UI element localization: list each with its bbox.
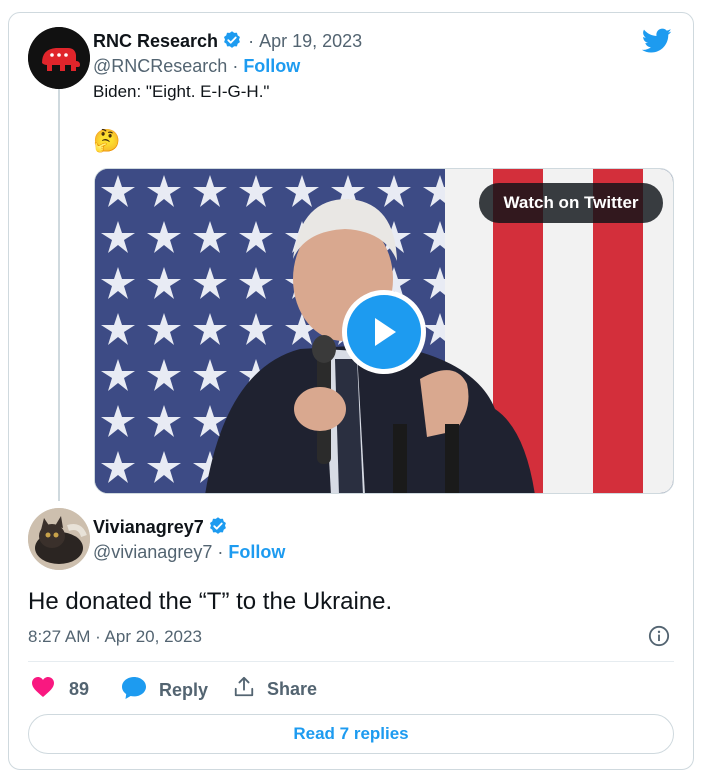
divider — [28, 661, 674, 662]
share-button[interactable]: Share — [233, 676, 317, 703]
info-icon[interactable] — [648, 625, 670, 652]
thinking-emoji: 🤔 — [93, 128, 121, 153]
reply-follow-button[interactable]: Follow — [228, 542, 285, 562]
like-button[interactable]: 89 — [31, 676, 89, 703]
avatar[interactable] — [28, 27, 90, 89]
twitter-bird-icon[interactable] — [641, 28, 672, 59]
separator-dot: · — [248, 31, 255, 51]
reply-tweet-text: He donated the “T” to the Ukraine. — [28, 588, 393, 615]
tweet-text: Biden: "Eight. E-I-G-H." — [93, 82, 270, 101]
tweet-date[interactable]: Apr 19, 2023 — [259, 31, 362, 51]
play-icon — [347, 295, 421, 369]
author-name-row: RNC Research · Apr 19, 2023 — [93, 30, 362, 55]
author-handle-row: @RNCResearch · Follow — [93, 56, 301, 76]
read-replies-button[interactable]: Read 7 replies — [28, 714, 674, 754]
reply-timestamp[interactable]: 8:27 AM · Apr 20, 2023 — [28, 627, 202, 647]
play-button[interactable] — [342, 290, 426, 374]
watch-on-twitter-button[interactable]: Watch on Twitter — [479, 183, 663, 223]
verified-badge-icon — [208, 516, 228, 541]
gop-elephant-logo-icon — [28, 27, 90, 89]
reply-author-name-row: Vivianagrey7 — [93, 516, 228, 541]
verified-badge-icon — [222, 30, 242, 55]
reply-bubble-icon — [121, 676, 147, 705]
share-label: Share — [267, 679, 318, 699]
thread-connector-line — [58, 88, 60, 501]
author-name[interactable]: RNC Research — [93, 31, 218, 51]
reply-author-handle[interactable]: @vivianagrey7 — [93, 542, 212, 562]
avatar[interactable] — [28, 508, 90, 570]
follow-button[interactable]: Follow — [243, 56, 300, 76]
author-handle[interactable]: @RNCResearch — [93, 56, 227, 76]
share-upload-icon — [233, 676, 255, 703]
reply-author-handle-row: @vivianagrey7 · Follow — [93, 542, 286, 562]
reply-author-name[interactable]: Vivianagrey7 — [93, 517, 204, 537]
cat-avatar-image — [28, 508, 90, 570]
reply-label: Reply — [159, 680, 209, 700]
heart-icon — [31, 676, 55, 703]
reply-button[interactable]: Reply — [121, 676, 208, 705]
like-count: 89 — [69, 679, 90, 699]
